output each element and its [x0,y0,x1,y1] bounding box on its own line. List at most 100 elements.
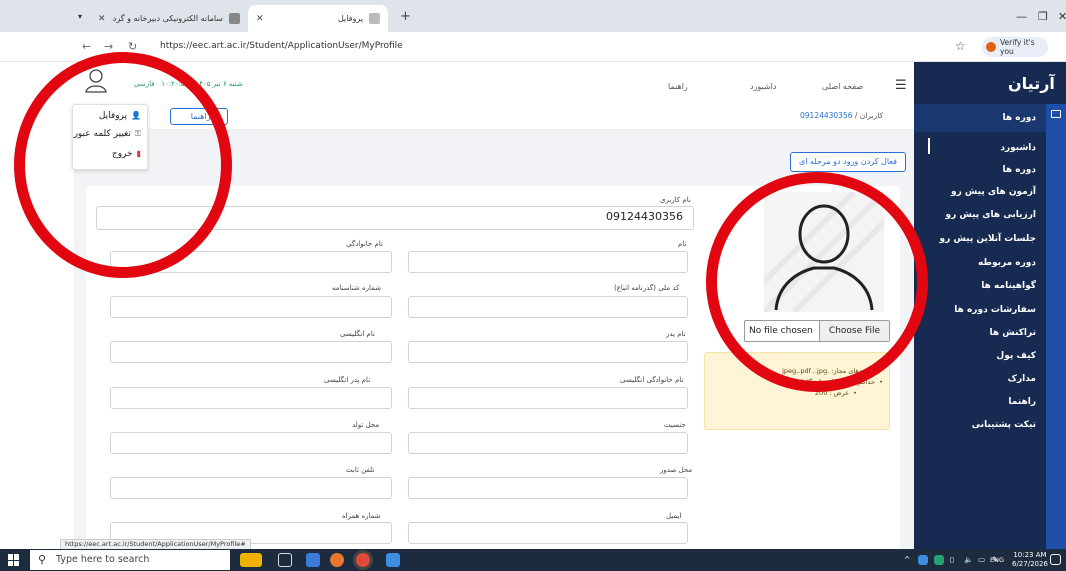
clock-time: 10:23 AM [1013,551,1047,559]
language-indicator[interactable]: ENG [990,556,1004,564]
sidebar-item-transactions[interactable]: تراکنش ها [990,328,1036,338]
id-number-label: شماره شناسنامه [332,284,382,292]
birth-place-label: محل تولد [352,421,380,429]
birth-place-field[interactable] [110,432,392,454]
url-field[interactable]: https://eec.art.ac.ir/Student/Applicatio… [160,41,403,51]
firefox-icon[interactable] [330,553,344,567]
sidebar-item-documents[interactable]: مدارک [1008,374,1036,384]
menu-toggle-icon[interactable]: ☰ [895,78,907,93]
issue-place-field[interactable] [408,477,688,499]
email-label: ایمیل [666,512,682,520]
english-father-name-label: نام پدر انگلیسی [324,376,371,384]
english-name-label: نام انگلیسی [340,330,375,338]
tab-title: پروفایل [337,14,363,23]
os-taskbar: ⚲ Type here to search ^ ▯ 🔈 ▭ ✎ ENG 10:2… [0,549,1066,571]
new-tab-icon[interactable]: + [400,9,411,24]
close-tab-icon[interactable]: ✕ [256,14,264,24]
network-icon[interactable]: ▭ [978,555,985,564]
gender-label: جنسیت [664,421,686,429]
tab-search-icon[interactable]: ▾ [78,12,82,21]
first-name-field[interactable] [408,251,688,273]
nav-home[interactable]: صفحه اصلی [822,82,863,91]
app-icon[interactable] [386,553,400,567]
taskbar-search-box[interactable]: ⚲ Type here to search [30,550,230,570]
username-value: 09124430356 [606,210,683,223]
english-last-name-label: نام خانوادگی انگلیسی [620,376,684,384]
enable-two-factor-button[interactable]: فعال کردن ورود دو مرحله ای [790,152,906,172]
english-last-name-field[interactable] [408,387,688,409]
clock-date: 6/27/2026 [1012,560,1048,568]
back-icon[interactable]: ← [82,40,91,53]
sidebar-item-upcoming-assessments[interactable]: ارزیابی های پیش رو [945,210,1036,220]
close-tab-icon[interactable]: ✕ [98,14,106,24]
app-logo[interactable]: آرتیان [1008,74,1055,93]
reload-icon[interactable]: ↻ [128,40,137,53]
last-name-label: نام خانوادگی [346,240,383,248]
sidebar-item-courses[interactable]: دوره ها [1003,165,1036,175]
father-name-field[interactable] [408,341,688,363]
sidebar-item-upcoming-online-sessions[interactable]: جلسات آنلاین پیش رو [940,234,1036,244]
verify-label: Verify it's you [1000,38,1035,56]
sidebar-item-wallet[interactable]: کیف پول [996,351,1036,361]
verify-profile-button[interactable]: Verify it's you [982,37,1048,57]
phone-label: تلفن ثابت [346,466,375,474]
profile-avatar-icon [986,42,996,52]
tray-overflow-icon[interactable]: ^ [904,555,910,564]
tab-favicon-icon [369,13,380,24]
first-name-label: نام [678,240,687,248]
restore-icon[interactable]: ❐ [1038,10,1048,23]
widgets-icon[interactable] [240,553,262,567]
breadcrumb-current: 09124430356 [800,111,853,120]
close-window-icon[interactable]: ✕ [1058,10,1066,23]
mobile-label: شماره همراه [342,512,381,520]
browser-tab-correspondence[interactable]: ✕ سامانه الکترونیکی دبیرخانه و گردش مکات… [90,5,248,32]
gender-select[interactable] [408,432,688,454]
tab-title: سامانه الکترونیکی دبیرخانه و گردش مکاتبا… [112,14,223,23]
task-view-icon[interactable] [278,553,292,567]
taskbar-clock[interactable]: 10:23 AM 6/27/2026 [1012,551,1048,569]
browser-tab-profile[interactable]: ✕ پروفایل [248,5,388,32]
address-bar: ← → ↻ https://eec.art.ac.ir/Student/Appl… [0,32,1066,62]
sidebar-item-related-course[interactable]: دوره مربوطه [978,258,1036,268]
tab-favicon-icon [229,13,240,24]
nav-dashboard[interactable]: داشبورد [750,82,776,91]
english-father-name-field[interactable] [110,387,392,409]
phone-field[interactable] [110,477,392,499]
volume-icon[interactable]: 🔈 [964,555,973,564]
english-name-field[interactable] [110,341,392,363]
annotation-circle-right [706,172,928,392]
search-icon: ⚲ [38,553,47,566]
breadcrumb-root[interactable]: کاربران [860,111,883,120]
nav-guide[interactable]: راهنما [668,82,688,91]
sidebar-item-dashboard[interactable]: داشبورد [1000,143,1036,153]
sidebar-section-label: دوره ها [1002,113,1036,123]
father-name-label: نام پدر [666,330,686,338]
tray-app-icon[interactable] [934,555,944,565]
issue-place-label: محل صدور [660,466,693,474]
notification-icon[interactable] [1050,554,1061,565]
chrome-icon[interactable] [356,553,370,567]
minimize-icon[interactable]: — [1016,10,1027,23]
annotation-circle-left [14,52,232,278]
windows-start-icon[interactable] [8,554,20,566]
forward-icon[interactable]: → [104,40,113,53]
browser-tab-bar: ▾ ✕ سامانه الکترونیکی دبیرخانه و گردش مک… [0,0,1066,32]
national-code-label: کد ملی (گذرنامه اتباع) [614,284,680,292]
id-number-field[interactable] [110,296,392,318]
sidebar-active-marker [928,138,930,154]
email-field[interactable] [408,522,688,544]
sidebar-item-certificates[interactable]: گواهینامه ها [981,281,1036,291]
file-explorer-icon[interactable] [306,553,320,567]
breadcrumb: کاربران / 09124430356 [800,111,884,120]
sidebar-item-course-orders[interactable]: سفارشات دوره ها [954,305,1036,315]
search-placeholder: Type here to search [56,554,150,565]
tray-app-icon[interactable] [918,555,928,565]
battery-icon[interactable]: ▯ [950,555,954,564]
monitor-icon[interactable] [1051,110,1061,118]
sidebar-icon-strip [1046,104,1066,549]
sidebar-item-upcoming-exams[interactable]: آزمون های پیش رو [951,187,1036,197]
sidebar-item-guide[interactable]: راهنما [1008,397,1036,407]
bookmark-star-icon[interactable]: ☆ [955,39,966,53]
national-code-field[interactable] [408,296,688,318]
sidebar-item-support-ticket[interactable]: تیکت پشتیبانی [972,420,1036,430]
